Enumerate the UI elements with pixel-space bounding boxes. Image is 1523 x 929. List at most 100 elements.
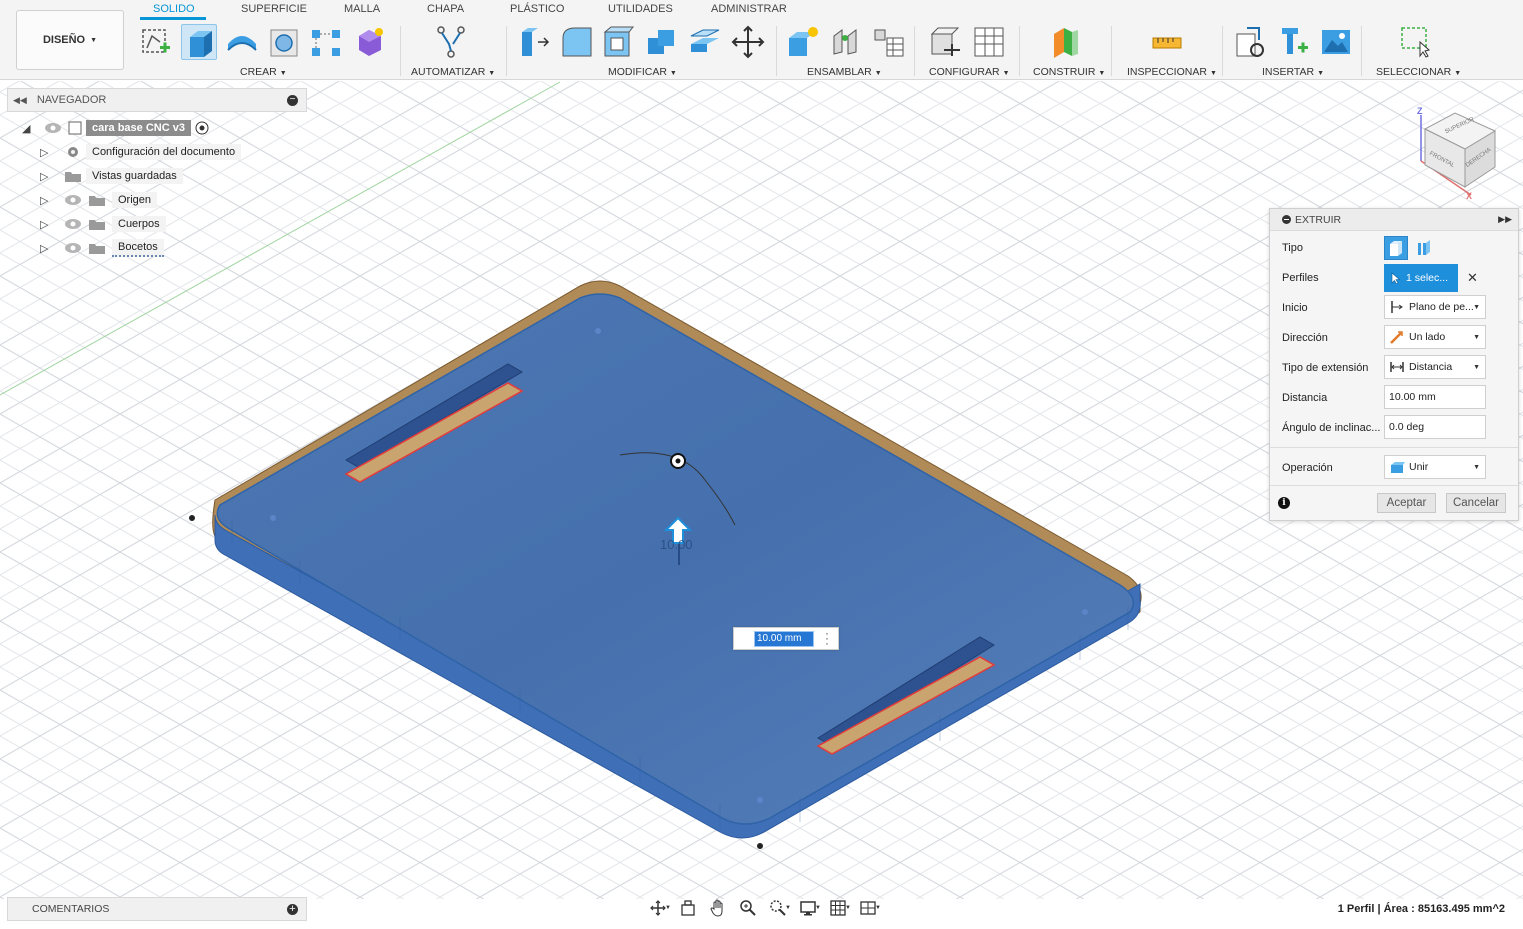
tab-utilidades[interactable]: UTILIDADES (608, 3, 673, 15)
fillet-icon[interactable] (559, 24, 595, 60)
info-icon[interactable]: i (1278, 497, 1290, 509)
shell-icon[interactable] (601, 24, 637, 60)
viewcube[interactable]: Z X SUPERIOR FRONTAL DERECHA (1411, 103, 1511, 203)
expand-triangle-icon[interactable]: ▷ (40, 146, 54, 159)
expand-triangle-icon[interactable]: ◢ (22, 122, 36, 135)
zoom-button[interactable] (734, 898, 762, 918)
automate-icon[interactable] (433, 24, 469, 60)
profiles-selection-button[interactable]: 1 selec... (1384, 264, 1458, 292)
pan-button[interactable] (704, 898, 732, 918)
group-crear[interactable]: CREAR ▼ (240, 66, 287, 78)
separator (1111, 26, 1112, 76)
offset-plane-icon[interactable] (1048, 24, 1084, 60)
cancel-button[interactable]: Cancelar (1446, 493, 1506, 513)
extrude-dialog-header[interactable]: EXTRUIR ▶▶ (1270, 209, 1518, 231)
create-form-icon[interactable] (351, 24, 387, 60)
tree-item-label[interactable]: Cuerpos (112, 216, 166, 232)
start-dropdown[interactable]: Plano de pe... ▼ (1384, 295, 1486, 319)
type-thin-button[interactable] (1413, 236, 1437, 260)
create-sketch-icon[interactable] (138, 24, 174, 60)
viewports-button[interactable]: ▼ (854, 898, 882, 918)
tree-item[interactable]: ▷ Bocetos (40, 238, 164, 258)
visibility-eye-icon[interactable] (44, 122, 62, 134)
tree-item-label[interactable]: Bocetos (112, 239, 164, 257)
tree-root[interactable]: ◢ cara base CNC v3 (22, 118, 209, 138)
operation-dropdown[interactable]: Unir ▼ (1384, 455, 1486, 479)
insert-image-icon[interactable] (1318, 24, 1354, 60)
tab-chapa[interactable]: CHAPA (427, 3, 464, 15)
taper-angle-field[interactable]: 0.0 deg (1384, 415, 1486, 439)
insert-mcmaster-icon[interactable] (1276, 24, 1312, 60)
collapse-icon[interactable]: ◀◀ (13, 95, 27, 106)
look-at-button[interactable] (674, 898, 702, 918)
expand-triangle-icon[interactable]: ▷ (40, 170, 54, 183)
visibility-eye-icon[interactable] (64, 242, 82, 254)
display-settings-button[interactable]: ▼ (794, 898, 822, 918)
expand-triangle-icon[interactable]: ▷ (40, 218, 54, 231)
offset-face-icon[interactable] (687, 24, 723, 60)
expand-triangle-icon[interactable]: ▷ (40, 242, 54, 255)
tree-root-label[interactable]: cara base CNC v3 (86, 120, 191, 136)
add-comment-icon[interactable]: + (287, 904, 298, 915)
group-seleccionar[interactable]: SELECCIONAR ▼ (1376, 66, 1461, 78)
group-configurar[interactable]: CONFIGURAR ▼ (929, 66, 1010, 78)
joint-icon[interactable] (828, 24, 864, 60)
comments-panel[interactable]: COMENTARIOS + (7, 897, 307, 921)
combine-icon[interactable] (644, 24, 680, 60)
ok-button[interactable]: Aceptar (1377, 493, 1436, 513)
tab-plastico[interactable]: PLÁSTICO (510, 3, 564, 15)
tree-item-label[interactable]: Vistas guardadas (86, 168, 183, 184)
tree-item-label[interactable]: Origen (112, 192, 158, 208)
orbit-button[interactable]: ▼ (644, 898, 672, 918)
clear-selection-icon[interactable]: ✕ (1467, 270, 1478, 286)
expand-icon[interactable]: ▶▶ (1498, 214, 1512, 225)
workspace-switcher[interactable]: DISEÑO ▼ (16, 10, 124, 70)
tree-item[interactable]: ▷ Vistas guardadas (40, 166, 183, 186)
extrude-title: EXTRUIR (1295, 213, 1342, 226)
tree-item-label[interactable]: Configuración del documento (86, 144, 242, 160)
tab-solido[interactable]: SOLIDO (153, 3, 195, 15)
insert-derive-icon[interactable] (1233, 24, 1269, 60)
configure-table-icon[interactable] (971, 24, 1007, 60)
group-insertar[interactable]: INSERTAR ▼ (1262, 66, 1324, 78)
press-pull-icon[interactable] (516, 24, 552, 60)
more-options-icon[interactable]: · · · (825, 627, 829, 649)
distance-field[interactable]: 10.00 mm (1384, 385, 1486, 409)
visibility-eye-icon[interactable] (64, 218, 82, 230)
tab-malla[interactable]: MALLA (344, 3, 380, 15)
type-solid-button[interactable] (1384, 236, 1408, 260)
expand-triangle-icon[interactable]: ▷ (40, 194, 54, 207)
measure-icon[interactable] (1149, 24, 1185, 60)
tree-item[interactable]: ▷ Origen (40, 190, 158, 210)
parameters-icon[interactable] (928, 24, 964, 60)
group-modificar[interactable]: MODIFICAR ▼ (608, 66, 677, 78)
tree-item[interactable]: ▷ Configuración del documento (40, 142, 242, 162)
dimension-input[interactable]: 10.00 mm (754, 631, 814, 647)
collapse-icon[interactable] (1282, 215, 1291, 224)
new-component-icon[interactable] (785, 24, 821, 60)
hole-icon[interactable] (266, 24, 302, 60)
group-ensamblar[interactable]: ENSAMBLAR ▼ (807, 66, 882, 78)
minimize-icon[interactable]: − (287, 95, 298, 106)
as-built-joint-icon[interactable] (871, 24, 907, 60)
group-construir[interactable]: CONSTRUIR ▼ (1033, 66, 1105, 78)
tab-administrar[interactable]: ADMINISTRAR (711, 3, 787, 15)
select-icon[interactable] (1398, 24, 1434, 60)
revolve-icon[interactable] (224, 24, 260, 60)
activate-radio-icon[interactable] (195, 121, 209, 135)
start-value: Plano de pe... (1409, 301, 1474, 313)
tree-item[interactable]: ▷ Cuerpos (40, 214, 166, 234)
extrude-icon[interactable] (181, 24, 217, 60)
group-automatizar[interactable]: AUTOMATIZAR ▼ (411, 66, 495, 78)
group-inspeccionar[interactable]: INSPECCIONAR ▼ (1127, 66, 1217, 78)
grid-settings-button[interactable]: ▼ (824, 898, 852, 918)
document-icon (68, 121, 82, 135)
tab-superficie[interactable]: SUPERFICIE (241, 3, 307, 15)
fit-button[interactable]: ▼ (764, 898, 792, 918)
move-icon[interactable] (730, 24, 766, 60)
extent-type-dropdown[interactable]: Distancia ▼ (1384, 355, 1486, 379)
direction-dropdown[interactable]: Un lado ▼ (1384, 325, 1486, 349)
chevron-down-icon: ▼ (1473, 334, 1480, 341)
pattern-icon[interactable] (308, 24, 344, 60)
visibility-eye-icon[interactable] (64, 194, 82, 206)
